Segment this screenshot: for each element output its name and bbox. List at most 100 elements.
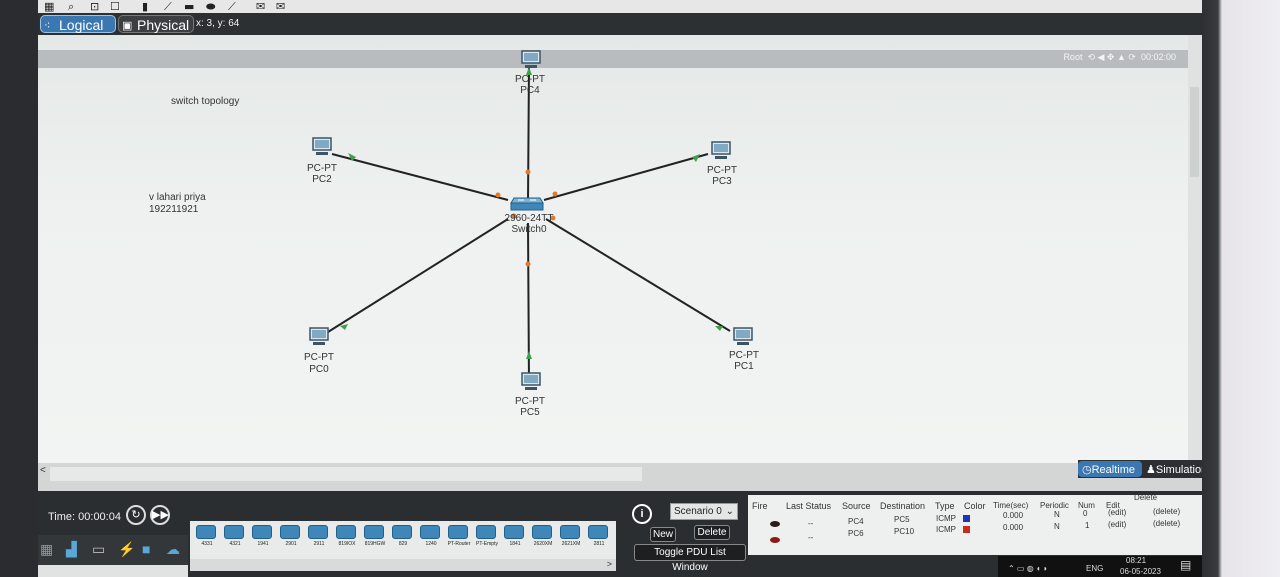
row1-time: 0.000 [1003, 511, 1024, 520]
logical-tab[interactable]: ⁖ Logical [40, 15, 116, 33]
mode-switch-bar: ◷Realtime ♟Simulation [1078, 460, 1202, 478]
misc-icon[interactable]: ■ [142, 541, 150, 557]
col-fire: Fire [752, 501, 768, 511]
new-scenario-button[interactable]: New [650, 527, 676, 542]
row2-edit[interactable]: (edit) [1108, 520, 1126, 529]
device-item[interactable]: 1240 [418, 525, 442, 555]
pc-icon[interactable] [710, 141, 732, 161]
monitor-bezel-right [1200, 0, 1280, 577]
device-list-scrollbar[interactable]: > [190, 559, 616, 571]
device-item-label: 2911 [313, 541, 325, 547]
scroll-right-arrow-icon[interactable]: > [607, 559, 612, 569]
author-id-note[interactable]: 192211921 [149, 204, 198, 215]
col-time: Time(sec) [993, 501, 1029, 510]
pc-icon[interactable] [520, 50, 542, 70]
scenario-info-button[interactable]: i [632, 504, 652, 524]
connections-icon[interactable]: ⚡ [118, 541, 135, 558]
row1-delete[interactable]: (delete) [1153, 507, 1180, 516]
pdu-list-table: Fire Last Status Source Destination Type… [748, 493, 1202, 555]
device-item-label: PT-Empty [476, 541, 498, 547]
brush-icon[interactable]: ⟋ [228, 0, 236, 14]
device-item[interactable]: 1841 [502, 525, 526, 555]
row2-num: 1 [1085, 521, 1090, 530]
physical-tab[interactable]: ▣ Physical [118, 15, 194, 33]
end-devices-icon[interactable]: ▟ [66, 541, 77, 558]
monitor-bezel-left [0, 0, 38, 577]
power-cycle-icon: ↻ [131, 509, 141, 521]
grid-icon[interactable]: ▦ [44, 0, 54, 13]
link-pc5-switch[interactable] [527, 222, 530, 386]
device-item[interactable]: 819IOX [334, 525, 358, 555]
link-up-indicator [526, 351, 532, 359]
device-item[interactable]: 4331 [194, 525, 218, 555]
simulation-icon: ♟ [1146, 464, 1156, 476]
pc-icon[interactable] [308, 327, 330, 347]
search-icon[interactable]: ⌕ [68, 0, 74, 14]
pc0-name-label: PC0 [309, 364, 329, 375]
device-item[interactable]: PT-Empty [474, 525, 498, 555]
envelope-icon[interactable]: ✉ [256, 0, 265, 13]
topology-title-note[interactable]: switch topology [171, 96, 239, 107]
toggle-pdu-list-button[interactable]: Toggle PDU List Window [634, 544, 746, 573]
link-pc0-switch[interactable] [327, 218, 509, 333]
link-pc2-switch[interactable] [331, 153, 509, 201]
device-item[interactable]: 819HGW [362, 525, 386, 555]
device-item[interactable]: 2811 [586, 525, 610, 555]
language-indicator[interactable]: ENG [1086, 564, 1103, 573]
device-item[interactable]: 2620XM [530, 525, 554, 555]
zoom-icon[interactable]: ⊡ [90, 0, 99, 13]
device-item-label: 4331 [201, 541, 213, 547]
device-item[interactable]: 2901 [278, 525, 302, 555]
fast-forward-button[interactable]: ▶▶ [150, 505, 170, 525]
device-item[interactable]: 2621XM [558, 525, 582, 555]
fire-button[interactable] [770, 537, 780, 543]
device-item-label: 1841 [509, 541, 521, 547]
link-pc1-switch[interactable] [545, 218, 731, 332]
device-item[interactable]: PT-Router [446, 525, 470, 555]
ellipse-icon[interactable]: ⬬ [206, 0, 215, 14]
fire-button[interactable] [770, 521, 780, 527]
router-icon [476, 525, 496, 539]
network-devices-icon[interactable]: ▦ [40, 541, 53, 558]
rectangle-icon[interactable]: ▬ [184, 0, 194, 13]
pc-icon[interactable] [520, 372, 542, 392]
logical-workspace[interactable]: Root ⟲ ◀ ✥ ▲ ⟳ 00:02:00 switch topology … [38, 35, 1188, 463]
switch-icon[interactable] [510, 196, 544, 212]
scroll-left-arrow-icon[interactable]: < [40, 465, 46, 476]
clock-time[interactable]: 08:21 [1126, 556, 1146, 565]
pc-icon[interactable] [311, 137, 333, 157]
device-item[interactable]: 829 [390, 525, 414, 555]
row1-edit[interactable]: (edit) [1108, 508, 1126, 517]
tray-icons[interactable]: ⌃ ▭ ◍ ◖ ◗ [1008, 564, 1048, 573]
multiuser-icon[interactable]: ☁ [166, 541, 180, 558]
pencil-icon[interactable]: ⟋ [164, 0, 172, 14]
pc4-model-label: PC-PT [515, 74, 545, 85]
power-cycle-button[interactable]: ↻ [126, 505, 146, 525]
components-icon[interactable]: ▭ [92, 541, 105, 558]
line-icon[interactable]: ▮ [142, 0, 148, 13]
row2-delete[interactable]: (delete) [1153, 519, 1180, 528]
simulation-tab[interactable]: ♟Simulation [1146, 461, 1202, 479]
note-icon[interactable]: ☐ [110, 0, 120, 13]
link-up-indicator [715, 326, 723, 331]
notification-icon[interactable]: ▤ [1180, 558, 1191, 572]
open-envelope-icon[interactable]: ✉ [276, 0, 285, 13]
realtime-clock-icon: ◷ [1082, 464, 1092, 476]
realtime-tab[interactable]: ◷Realtime [1078, 461, 1142, 477]
link-pc3-switch[interactable] [543, 153, 709, 201]
clock-date[interactable]: 06-05-2023 [1120, 567, 1161, 576]
link-port-indicator [525, 261, 531, 267]
device-item-label: PT-Router [447, 541, 471, 547]
author-name-note[interactable]: v lahari priya [149, 192, 206, 203]
device-item[interactable]: 4321 [222, 525, 246, 555]
vertical-scroll-thumb[interactable] [1190, 87, 1199, 177]
scenario-select[interactable]: Scenario 0 ⌄ [670, 503, 738, 520]
device-item[interactable]: 2911 [306, 525, 330, 555]
col-last-status: Last Status [786, 501, 832, 511]
pc-icon[interactable] [732, 327, 754, 347]
delete-scenario-button[interactable]: Delete [694, 525, 730, 540]
horizontal-scroll-thumb[interactable] [50, 467, 642, 481]
device-item[interactable]: 1941 [250, 525, 274, 555]
workspace-horizontal-scrollbar[interactable]: < [38, 463, 1202, 491]
workspace-vertical-scrollbar[interactable] [1188, 35, 1202, 463]
